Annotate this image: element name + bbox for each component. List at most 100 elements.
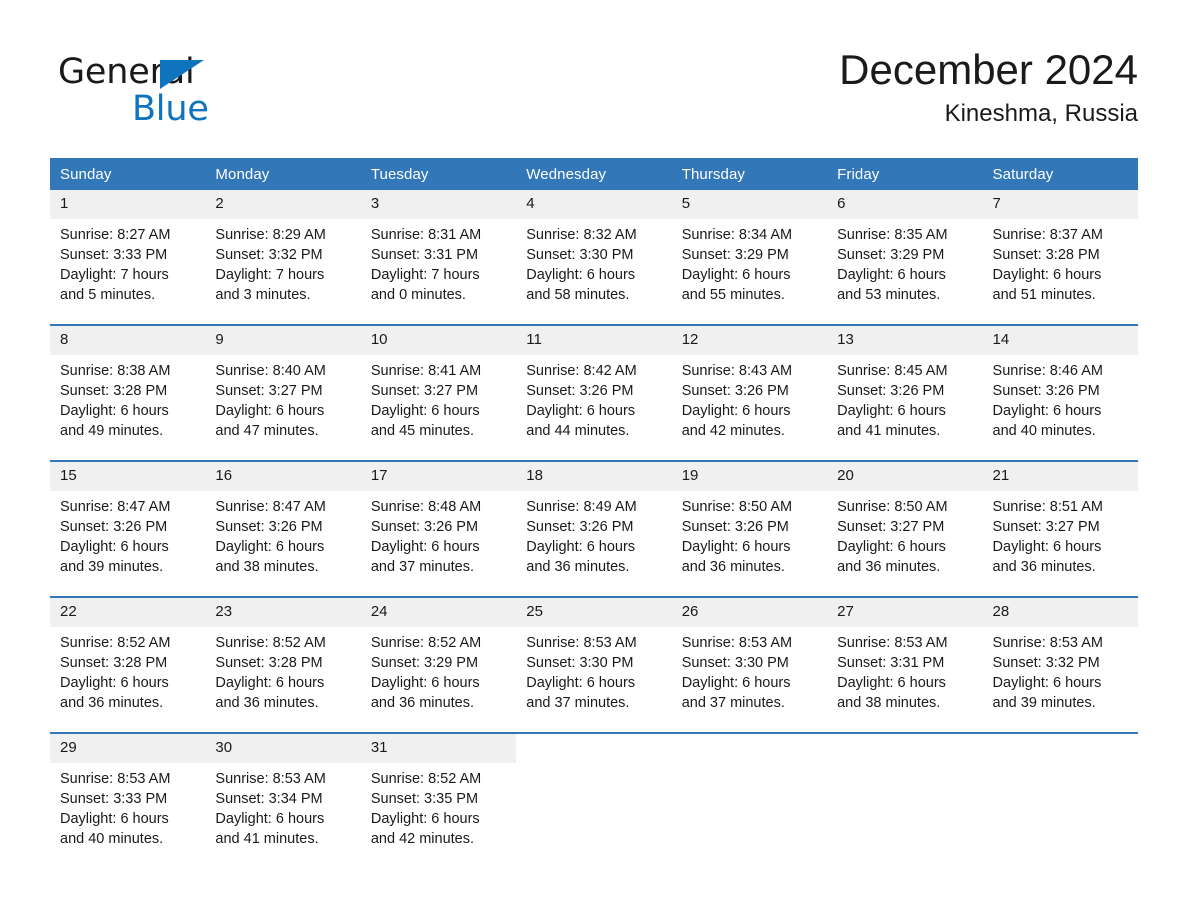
- day-cell-content: [982, 734, 1138, 852]
- day-sun-info: Sunrise: 8:50 AM Sunset: 3:26 PM Daylight:…: [672, 491, 827, 577]
- day-number: 20: [827, 462, 983, 491]
- calendar-day-cell[interactable]: 19 Sunrise: 8:50 AM Sunset: 3:26 PM Dayligh…: [671, 460, 828, 580]
- sunrise-time: Sunrise: 8:40 AM: [215, 363, 326, 379]
- calendar-day-cell[interactable]: 23 Sunrise: 8:52 AM Sunset: 3:28 PM Dayligh…: [205, 596, 361, 716]
- day-cell-content: 15 Sunrise: 8:47 AM Sunset: 3:26 PM Dayligh…: [50, 462, 206, 580]
- calendar-day-cell[interactable]: 20 Sunrise: 8:50 AM Sunset: 3:27 PM Dayligh…: [827, 460, 983, 580]
- calendar-day-cell[interactable]: 9 Sunrise: 8:40 AM Sunset: 3:27 PM Daylight…: [205, 324, 361, 444]
- calendar-week-row: 29 Sunrise: 8:53 AM Sunset: 3:33 PM Dayligh…: [50, 732, 1138, 852]
- day-cell-content: 26 Sunrise: 8:53 AM Sunset: 3:30 PM Dayligh…: [671, 598, 828, 716]
- day-number: 18: [516, 462, 672, 491]
- daylight-duration-line-2: and 53 minutes.: [837, 287, 941, 303]
- daylight-duration-line-1: Daylight: 6 hours: [992, 539, 1102, 555]
- daylight-duration-line-1: Daylight: 6 hours: [60, 675, 169, 691]
- calendar-day-cell[interactable]: 2 Sunrise: 8:29 AM Sunset: 3:32 PM Daylight…: [205, 190, 361, 308]
- sunrise-time: Sunrise: 8:35 AM: [837, 227, 948, 243]
- day-cell-content: 31 Sunrise: 8:52 AM Sunset: 3:35 PM Dayligh…: [360, 734, 517, 852]
- sunset-time: Sunset: 3:28 PM: [992, 247, 1100, 263]
- day-sun-info: Sunrise: 8:38 AM Sunset: 3:28 PM Daylight:…: [50, 355, 205, 441]
- day-cell-content: 27 Sunrise: 8:53 AM Sunset: 3:31 PM Dayligh…: [827, 598, 983, 716]
- week-gap-cell: [50, 580, 1138, 597]
- day-cell-content: 2 Sunrise: 8:29 AM Sunset: 3:32 PM Daylight…: [205, 190, 361, 308]
- calendar-day-cell[interactable]: 13 Sunrise: 8:45 AM Sunset: 3:26 PM Dayligh…: [827, 324, 983, 444]
- calendar-day-cell[interactable]: 5 Sunrise: 8:34 AM Sunset: 3:29 PM Daylight…: [671, 190, 828, 308]
- week-gap-cell: [50, 716, 1138, 733]
- day-sun-info: Sunrise: 8:50 AM Sunset: 3:27 PM Daylight:…: [827, 491, 982, 577]
- sunset-time: Sunset: 3:33 PM: [60, 791, 168, 807]
- sunrise-time: Sunrise: 8:29 AM: [215, 227, 326, 243]
- sunset-time: Sunset: 3:27 PM: [370, 383, 479, 399]
- daylight-duration-line-1: Daylight: 6 hours: [526, 675, 636, 691]
- sunset-time: Sunset: 3:27 PM: [992, 519, 1100, 535]
- calendar-day-cell[interactable]: 8 Sunrise: 8:38 AM Sunset: 3:28 PM Daylight…: [50, 324, 206, 444]
- sunset-time: Sunset: 3:30 PM: [526, 655, 634, 671]
- daylight-duration-line-1: Daylight: 6 hours: [370, 403, 480, 419]
- calendar-day-cell[interactable]: 28 Sunrise: 8:53 AM Sunset: 3:32 PM Dayligh…: [982, 596, 1138, 716]
- sunrise-time: Sunrise: 8:32 AM: [526, 227, 637, 243]
- calendar-day-cell[interactable]: 11 Sunrise: 8:42 AM Sunset: 3:26 PM Dayligh…: [516, 324, 672, 444]
- sunrise-time: Sunrise: 8:31 AM: [370, 227, 482, 243]
- calendar-page: General Blue December 2024 Kineshma, Rus…: [0, 0, 1188, 918]
- day-cell-content: 11 Sunrise: 8:42 AM Sunset: 3:26 PM Dayligh…: [516, 326, 672, 444]
- day-sun-info: Sunrise: 8:42 AM Sunset: 3:26 PM Daylight:…: [516, 355, 671, 441]
- calendar-day-cell[interactable]: 24 Sunrise: 8:52 AM Sunset: 3:29 PM Dayligh…: [360, 596, 517, 716]
- calendar-day-cell[interactable]: 14 Sunrise: 8:46 AM Sunset: 3:26 PM Dayligh…: [982, 324, 1138, 444]
- sunset-time: Sunset: 3:34 PM: [215, 791, 323, 807]
- day-sun-info: Sunrise: 8:53 AM Sunset: 3:33 PM Daylight:…: [50, 763, 205, 849]
- calendar-day-cell[interactable]: 18 Sunrise: 8:49 AM Sunset: 3:26 PM Dayligh…: [516, 460, 672, 580]
- calendar-day-cell[interactable]: 16 Sunrise: 8:47 AM Sunset: 3:26 PM Dayligh…: [205, 460, 361, 580]
- day-number: 19: [671, 462, 828, 491]
- calendar-day-cell[interactable]: 4 Sunrise: 8:32 AM Sunset: 3:30 PM Daylight…: [516, 190, 672, 308]
- sunrise-time: Sunrise: 8:52 AM: [370, 635, 482, 651]
- sunrise-time: Sunrise: 8:41 AM: [370, 363, 482, 379]
- day-cell-content: 25 Sunrise: 8:53 AM Sunset: 3:30 PM Dayligh…: [516, 598, 672, 716]
- day-sun-info: Sunrise: 8:40 AM Sunset: 3:27 PM Daylight:…: [205, 355, 360, 441]
- calendar-day-cell[interactable]: 10 Sunrise: 8:41 AM Sunset: 3:27 PM Dayligh…: [360, 324, 517, 444]
- calendar-day-cell[interactable]: 30 Sunrise: 8:53 AM Sunset: 3:34 PM Dayligh…: [205, 732, 361, 852]
- daylight-duration-line-1: Daylight: 6 hours: [992, 403, 1102, 419]
- calendar-day-cell[interactable]: 29 Sunrise: 8:53 AM Sunset: 3:33 PM Dayligh…: [50, 732, 206, 852]
- logo-word-blue: Blue: [132, 89, 209, 129]
- daylight-duration-line-1: Daylight: 6 hours: [60, 539, 169, 555]
- calendar-day-cell[interactable]: 25 Sunrise: 8:53 AM Sunset: 3:30 PM Dayligh…: [516, 596, 672, 716]
- sunrise-time: Sunrise: 8:53 AM: [992, 635, 1103, 651]
- day-sun-info: Sunrise: 8:43 AM Sunset: 3:26 PM Daylight:…: [672, 355, 827, 441]
- day-sun-info: Sunrise: 8:41 AM Sunset: 3:27 PM Daylight:…: [361, 355, 516, 441]
- calendar-day-cell[interactable]: 15 Sunrise: 8:47 AM Sunset: 3:26 PM Dayligh…: [50, 460, 206, 580]
- calendar-day-cell[interactable]: 1 Sunrise: 8:27 AM Sunset: 3:33 PM Daylight…: [50, 190, 206, 308]
- day-cell-content: 18 Sunrise: 8:49 AM Sunset: 3:26 PM Dayligh…: [516, 462, 672, 580]
- daylight-duration-line-2: and 36 minutes.: [992, 559, 1096, 575]
- day-number: 28: [982, 598, 1138, 627]
- day-sun-info: Sunrise: 8:53 AM Sunset: 3:30 PM Daylight:…: [516, 627, 671, 713]
- calendar-day-cell[interactable]: 6 Sunrise: 8:35 AM Sunset: 3:29 PM Daylight…: [827, 190, 983, 308]
- calendar-day-cell[interactable]: 27 Sunrise: 8:53 AM Sunset: 3:31 PM Dayligh…: [827, 596, 983, 716]
- daylight-duration-line-1: Daylight: 6 hours: [681, 539, 791, 555]
- sunset-time: Sunset: 3:33 PM: [60, 247, 168, 263]
- day-cell-content: [671, 734, 828, 852]
- calendar-day-cell[interactable]: 12 Sunrise: 8:43 AM Sunset: 3:26 PM Dayligh…: [671, 324, 828, 444]
- daylight-duration-line-2: and 42 minutes.: [681, 423, 785, 439]
- week-gap-cell: [50, 308, 1138, 325]
- calendar-day-cell[interactable]: 26 Sunrise: 8:53 AM Sunset: 3:30 PM Dayligh…: [671, 596, 828, 716]
- week-gap: [50, 716, 1138, 733]
- day-cell-content: 13 Sunrise: 8:45 AM Sunset: 3:26 PM Dayligh…: [827, 326, 983, 444]
- day-number: 31: [360, 734, 517, 763]
- daylight-duration-line-2: and 38 minutes.: [215, 559, 319, 575]
- calendar-day-cell[interactable]: 3 Sunrise: 8:31 AM Sunset: 3:31 PM Daylight…: [360, 190, 517, 308]
- calendar-day-cell[interactable]: 17 Sunrise: 8:48 AM Sunset: 3:26 PM Dayligh…: [360, 460, 517, 580]
- calendar-day-cell[interactable]: 31 Sunrise: 8:52 AM Sunset: 3:35 PM Dayligh…: [360, 732, 517, 852]
- calendar-day-cell[interactable]: 7 Sunrise: 8:37 AM Sunset: 3:28 PM Daylight…: [982, 190, 1138, 308]
- calendar-day-cell[interactable]: 21 Sunrise: 8:51 AM Sunset: 3:27 PM Dayligh…: [982, 460, 1138, 580]
- daylight-duration-line-2: and 37 minutes.: [526, 695, 630, 711]
- sunset-time: Sunset: 3:30 PM: [681, 655, 789, 671]
- sunset-time: Sunset: 3:31 PM: [837, 655, 945, 671]
- triangle-icon: [160, 60, 204, 89]
- calendar-day-cell: [671, 732, 828, 852]
- daylight-duration-line-2: and 36 minutes.: [370, 695, 475, 711]
- day-cell-content: 22 Sunrise: 8:52 AM Sunset: 3:28 PM Dayligh…: [50, 598, 206, 716]
- week-gap: [50, 444, 1138, 461]
- general-blue-logo[interactable]: General Blue: [58, 52, 288, 138]
- sunset-time: Sunset: 3:26 PM: [526, 519, 634, 535]
- calendar-week-row: 1 Sunrise: 8:27 AM Sunset: 3:33 PM Daylight…: [50, 190, 1138, 308]
- calendar-day-cell[interactable]: 22 Sunrise: 8:52 AM Sunset: 3:28 PM Dayligh…: [50, 596, 206, 716]
